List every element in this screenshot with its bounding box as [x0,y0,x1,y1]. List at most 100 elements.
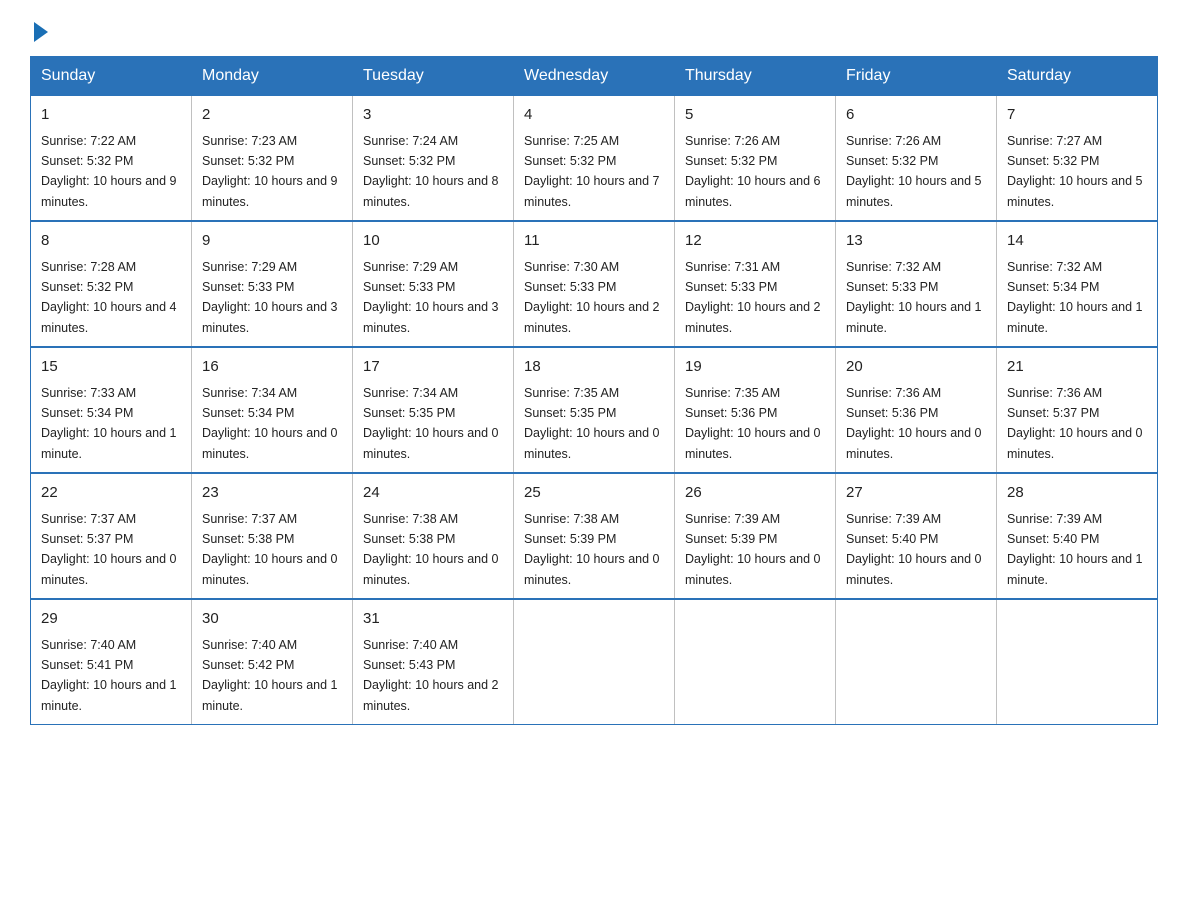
calendar-cell: 16 Sunrise: 7:34 AMSunset: 5:34 PMDaylig… [192,347,353,473]
day-info: Sunrise: 7:36 AMSunset: 5:36 PMDaylight:… [846,386,982,461]
day-number: 14 [1007,230,1147,253]
day-number: 3 [363,104,503,127]
calendar-weekday-monday: Monday [192,57,353,96]
day-number: 27 [846,482,986,505]
calendar-cell: 28 Sunrise: 7:39 AMSunset: 5:40 PMDaylig… [997,473,1158,599]
calendar-cell [514,599,675,725]
day-info: Sunrise: 7:39 AMSunset: 5:40 PMDaylight:… [1007,512,1143,587]
calendar-cell: 5 Sunrise: 7:26 AMSunset: 5:32 PMDayligh… [675,96,836,222]
day-info: Sunrise: 7:39 AMSunset: 5:40 PMDaylight:… [846,512,982,587]
calendar-table: SundayMondayTuesdayWednesdayThursdayFrid… [30,56,1158,725]
calendar-cell: 15 Sunrise: 7:33 AMSunset: 5:34 PMDaylig… [31,347,192,473]
day-info: Sunrise: 7:40 AMSunset: 5:42 PMDaylight:… [202,638,338,713]
day-number: 26 [685,482,825,505]
day-info: Sunrise: 7:34 AMSunset: 5:34 PMDaylight:… [202,386,338,461]
day-number: 9 [202,230,342,253]
day-number: 18 [524,356,664,379]
calendar-cell: 25 Sunrise: 7:38 AMSunset: 5:39 PMDaylig… [514,473,675,599]
day-number: 24 [363,482,503,505]
calendar-weekday-tuesday: Tuesday [353,57,514,96]
day-info: Sunrise: 7:27 AMSunset: 5:32 PMDaylight:… [1007,134,1143,209]
day-number: 30 [202,608,342,631]
calendar-cell: 23 Sunrise: 7:37 AMSunset: 5:38 PMDaylig… [192,473,353,599]
day-number: 2 [202,104,342,127]
day-number: 22 [41,482,181,505]
day-info: Sunrise: 7:32 AMSunset: 5:33 PMDaylight:… [846,260,982,335]
logo-arrow-icon [34,22,48,42]
calendar-cell: 12 Sunrise: 7:31 AMSunset: 5:33 PMDaylig… [675,221,836,347]
day-info: Sunrise: 7:40 AMSunset: 5:41 PMDaylight:… [41,638,177,713]
calendar-cell: 13 Sunrise: 7:32 AMSunset: 5:33 PMDaylig… [836,221,997,347]
day-number: 16 [202,356,342,379]
day-number: 15 [41,356,181,379]
calendar-cell: 1 Sunrise: 7:22 AMSunset: 5:32 PMDayligh… [31,96,192,222]
day-info: Sunrise: 7:32 AMSunset: 5:34 PMDaylight:… [1007,260,1143,335]
day-info: Sunrise: 7:30 AMSunset: 5:33 PMDaylight:… [524,260,660,335]
day-number: 20 [846,356,986,379]
calendar-cell: 6 Sunrise: 7:26 AMSunset: 5:32 PMDayligh… [836,96,997,222]
day-number: 12 [685,230,825,253]
day-number: 8 [41,230,181,253]
day-info: Sunrise: 7:35 AMSunset: 5:35 PMDaylight:… [524,386,660,461]
day-info: Sunrise: 7:38 AMSunset: 5:38 PMDaylight:… [363,512,499,587]
day-info: Sunrise: 7:25 AMSunset: 5:32 PMDaylight:… [524,134,660,209]
calendar-cell: 26 Sunrise: 7:39 AMSunset: 5:39 PMDaylig… [675,473,836,599]
calendar-cell [836,599,997,725]
day-number: 31 [363,608,503,631]
calendar-cell: 20 Sunrise: 7:36 AMSunset: 5:36 PMDaylig… [836,347,997,473]
day-number: 10 [363,230,503,253]
day-number: 7 [1007,104,1147,127]
calendar-cell: 10 Sunrise: 7:29 AMSunset: 5:33 PMDaylig… [353,221,514,347]
calendar-cell: 7 Sunrise: 7:27 AMSunset: 5:32 PMDayligh… [997,96,1158,222]
day-number: 5 [685,104,825,127]
day-info: Sunrise: 7:29 AMSunset: 5:33 PMDaylight:… [363,260,499,335]
calendar-weekday-thursday: Thursday [675,57,836,96]
calendar-cell: 27 Sunrise: 7:39 AMSunset: 5:40 PMDaylig… [836,473,997,599]
calendar-cell: 9 Sunrise: 7:29 AMSunset: 5:33 PMDayligh… [192,221,353,347]
day-number: 6 [846,104,986,127]
calendar-cell: 31 Sunrise: 7:40 AMSunset: 5:43 PMDaylig… [353,599,514,725]
calendar-weekday-sunday: Sunday [31,57,192,96]
calendar-cell: 11 Sunrise: 7:30 AMSunset: 5:33 PMDaylig… [514,221,675,347]
calendar-cell: 2 Sunrise: 7:23 AMSunset: 5:32 PMDayligh… [192,96,353,222]
day-number: 4 [524,104,664,127]
calendar-cell: 8 Sunrise: 7:28 AMSunset: 5:32 PMDayligh… [31,221,192,347]
day-number: 28 [1007,482,1147,505]
day-number: 1 [41,104,181,127]
calendar-cell: 19 Sunrise: 7:35 AMSunset: 5:36 PMDaylig… [675,347,836,473]
calendar-cell: 29 Sunrise: 7:40 AMSunset: 5:41 PMDaylig… [31,599,192,725]
day-info: Sunrise: 7:26 AMSunset: 5:32 PMDaylight:… [685,134,821,209]
calendar-week-row: 29 Sunrise: 7:40 AMSunset: 5:41 PMDaylig… [31,599,1158,725]
page-header [30,20,1158,38]
day-info: Sunrise: 7:26 AMSunset: 5:32 PMDaylight:… [846,134,982,209]
calendar-cell: 18 Sunrise: 7:35 AMSunset: 5:35 PMDaylig… [514,347,675,473]
day-info: Sunrise: 7:40 AMSunset: 5:43 PMDaylight:… [363,638,499,713]
day-info: Sunrise: 7:39 AMSunset: 5:39 PMDaylight:… [685,512,821,587]
calendar-cell: 24 Sunrise: 7:38 AMSunset: 5:38 PMDaylig… [353,473,514,599]
day-info: Sunrise: 7:22 AMSunset: 5:32 PMDaylight:… [41,134,177,209]
day-info: Sunrise: 7:31 AMSunset: 5:33 PMDaylight:… [685,260,821,335]
day-info: Sunrise: 7:34 AMSunset: 5:35 PMDaylight:… [363,386,499,461]
day-number: 19 [685,356,825,379]
calendar-cell: 21 Sunrise: 7:36 AMSunset: 5:37 PMDaylig… [997,347,1158,473]
calendar-cell [997,599,1158,725]
day-info: Sunrise: 7:29 AMSunset: 5:33 PMDaylight:… [202,260,338,335]
day-info: Sunrise: 7:37 AMSunset: 5:38 PMDaylight:… [202,512,338,587]
calendar-cell: 30 Sunrise: 7:40 AMSunset: 5:42 PMDaylig… [192,599,353,725]
day-info: Sunrise: 7:23 AMSunset: 5:32 PMDaylight:… [202,134,338,209]
calendar-cell: 17 Sunrise: 7:34 AMSunset: 5:35 PMDaylig… [353,347,514,473]
day-info: Sunrise: 7:28 AMSunset: 5:32 PMDaylight:… [41,260,177,335]
calendar-week-row: 22 Sunrise: 7:37 AMSunset: 5:37 PMDaylig… [31,473,1158,599]
day-number: 11 [524,230,664,253]
day-info: Sunrise: 7:37 AMSunset: 5:37 PMDaylight:… [41,512,177,587]
calendar-cell: 14 Sunrise: 7:32 AMSunset: 5:34 PMDaylig… [997,221,1158,347]
day-number: 13 [846,230,986,253]
calendar-week-row: 1 Sunrise: 7:22 AMSunset: 5:32 PMDayligh… [31,96,1158,222]
day-number: 29 [41,608,181,631]
calendar-header-row: SundayMondayTuesdayWednesdayThursdayFrid… [31,57,1158,96]
calendar-cell: 3 Sunrise: 7:24 AMSunset: 5:32 PMDayligh… [353,96,514,222]
calendar-weekday-wednesday: Wednesday [514,57,675,96]
calendar-week-row: 8 Sunrise: 7:28 AMSunset: 5:32 PMDayligh… [31,221,1158,347]
day-number: 23 [202,482,342,505]
calendar-weekday-friday: Friday [836,57,997,96]
